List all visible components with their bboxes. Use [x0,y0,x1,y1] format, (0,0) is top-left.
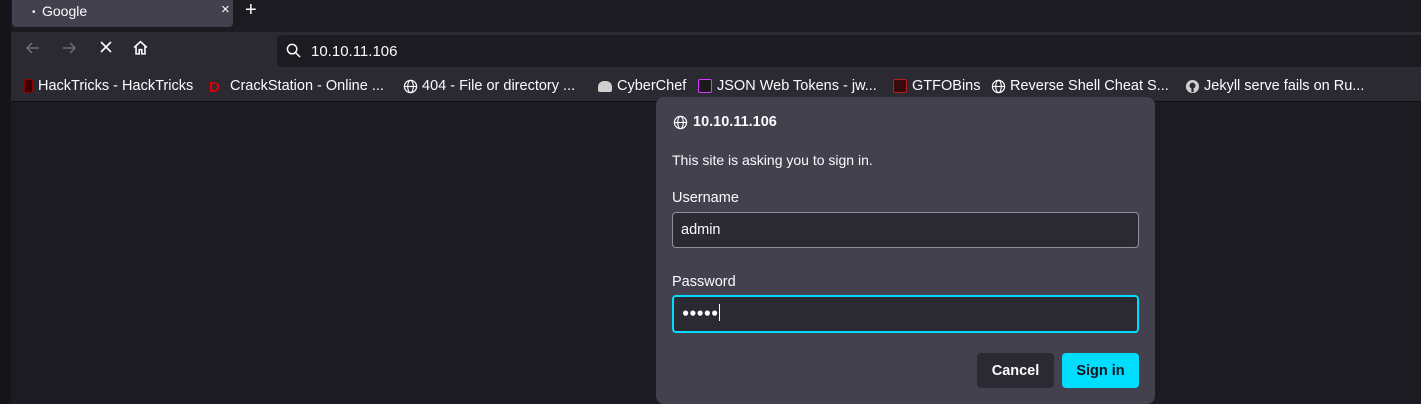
password-field[interactable]: ●●●●● [672,295,1139,333]
bookmark-jwt[interactable]: JSON Web Tokens - jw... [698,78,877,94]
back-arrow-icon[interactable] [25,40,41,61]
cyberchef-icon [598,80,612,92]
username-label: Username [672,190,739,206]
bookmark-jekyll[interactable]: Jekyll serve fails on Ru... [1185,78,1364,94]
bookmark-gtfobins[interactable]: GTFOBins [893,78,980,94]
tab-loading-dot: • [32,7,36,18]
url-bar[interactable]: 10.10.11.106 [277,35,1421,67]
bookmark-cyberchef[interactable]: CyberChef [598,78,686,94]
gtfobins-icon [893,79,907,93]
dialog-host-text: 10.10.11.106 [693,114,777,130]
bookmark-label: GTFOBins [912,78,981,94]
bookmark-hacktricks[interactable]: HackTricks - HackTricks [24,78,193,94]
forward-arrow-icon[interactable] [61,40,77,61]
tab-close-icon[interactable]: × [221,1,230,18]
bookmark-label: HackTricks - HackTricks [38,78,194,94]
tab-strip: • Google × + [0,0,1421,32]
globe-icon [673,115,688,130]
home-icon[interactable] [132,39,149,61]
username-field[interactable]: admin [672,212,1139,248]
username-value: admin [681,222,721,238]
bookmark-label: CyberChef [617,78,687,94]
search-icon [286,43,301,63]
globe-icon [403,79,418,94]
hacktricks-icon [24,79,33,93]
navigation-toolbar: 10.10.11.106 [11,32,1421,70]
sign-in-button[interactable]: Sign in [1062,353,1139,388]
globe-icon [991,79,1006,94]
bookmark-label: Reverse Shell Cheat S... [1010,78,1169,94]
dialog-host: 10.10.11.106 [673,114,777,130]
bookmark-label: 404 - File or directory ... [422,78,576,94]
text-caret [719,304,721,321]
github-icon [1185,79,1200,94]
cancel-button[interactable]: Cancel [977,353,1054,388]
bookmark-404[interactable]: 404 - File or directory ... [403,78,575,94]
bookmark-label: JSON Web Tokens - jw... [717,78,877,94]
new-tab-button[interactable]: + [245,0,257,22]
stop-loading-icon[interactable] [98,39,114,60]
bookmark-label: Jekyll serve fails on Ru... [1204,78,1365,94]
tab-google[interactable]: • Google × [12,0,233,27]
password-masked-value: ●●●●● [682,305,719,320]
auth-dialog: 10.10.11.106 This site is asking you to … [656,97,1155,404]
bookmark-label: CrackStation - Online ... [230,78,384,94]
url-text: 10.10.11.106 [311,43,398,60]
password-label: Password [672,274,736,290]
tab-title: Google [42,3,88,19]
window-edge [0,0,11,404]
dialog-message: This site is asking you to sign in. [672,152,873,168]
bookmark-crackstation[interactable]: D CrackStation - Online ... [209,78,384,96]
crackstation-icon: D [209,79,220,96]
bookmark-reverse-shell[interactable]: Reverse Shell Cheat S... [991,78,1169,94]
jwt-icon [698,79,712,93]
